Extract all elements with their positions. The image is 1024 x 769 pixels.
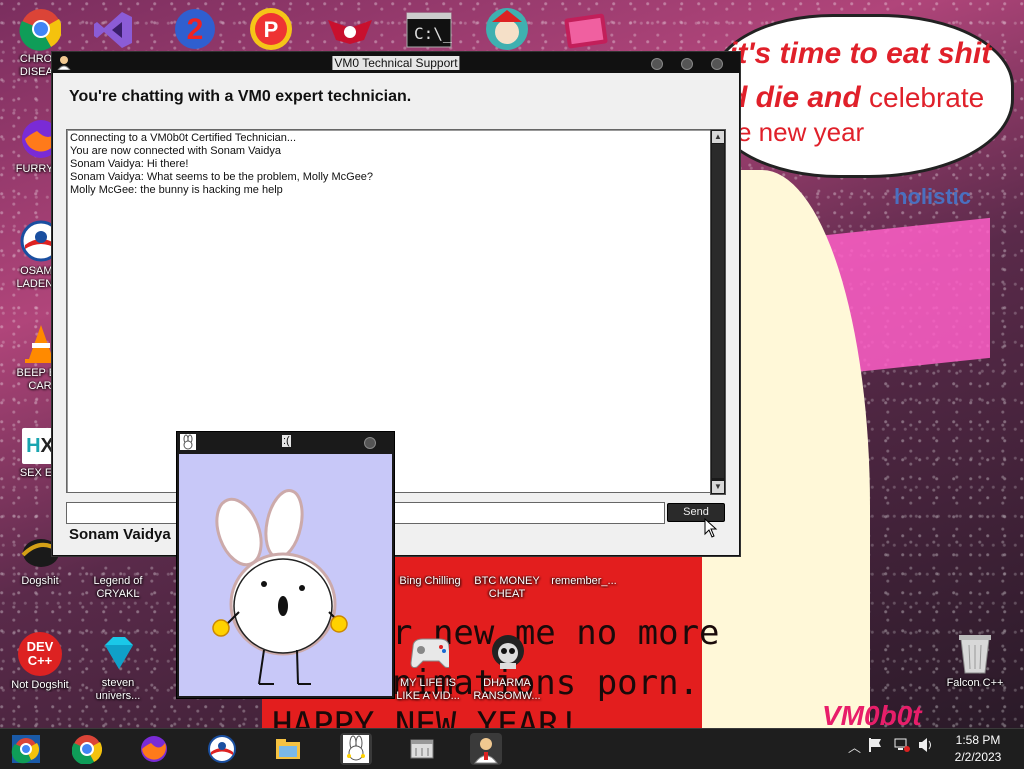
chat-line: You are now connected with Sonam Vaidya (70, 145, 281, 157)
bunny-window-titlebar[interactable]: :( (177, 432, 394, 452)
chat-line: Sonam Vaidya: Hi there! (70, 158, 189, 170)
desktop-icon-label: Bing Chilling (399, 575, 461, 587)
bunny-small-icon (180, 434, 196, 450)
media-player-icon[interactable] (560, 8, 610, 52)
tray-chevron-up-icon[interactable]: ︿ (848, 737, 861, 756)
taskbar-chrome-icon[interactable] (71, 733, 103, 765)
taskbar: ︿ 1:58 PM 2/2/2023 (0, 728, 1024, 769)
desktop-icon-not-dogshit[interactable]: DEV C++ Not Dogshit (0, 632, 80, 692)
taskbar-bunny-icon[interactable] (340, 733, 372, 765)
chat-line: Molly McGee: the bunny is hacking me hel… (70, 184, 283, 196)
chat-line: Connecting to a VM0b0t Certified Technic… (70, 132, 297, 144)
taskbar-obama-icon[interactable] (206, 733, 238, 765)
svg-text:P: P (264, 17, 279, 42)
maximize-button[interactable] (681, 58, 693, 70)
speech-line-1: it's time to eat shit (729, 37, 992, 70)
visual-studio-icon[interactable] (92, 8, 140, 52)
number-two-icon[interactable]: 2 (172, 6, 220, 52)
chrome-icon (19, 8, 61, 51)
desktop-icon-dharma[interactable]: DHARMA RANSOMW... (467, 632, 547, 703)
clock-time: 1:58 PM (955, 733, 1001, 747)
mascot-icon[interactable] (482, 6, 532, 52)
desktop-icon-label: DHARMA RANSOMW... (473, 677, 541, 702)
close-button[interactable] (711, 58, 723, 70)
bunny-window-title: :( (282, 435, 291, 447)
chat-headline: You're chatting with a VM0 expert techni… (69, 88, 412, 105)
taskbar-app-icon[interactable] (406, 733, 438, 765)
tray-network-icon[interactable] (894, 737, 910, 756)
desktop-icon-falcon[interactable]: Falcon C++ (935, 632, 1015, 690)
desktop-icon-label: MY LIFE IS LIKE A VID... (396, 677, 460, 702)
technician-icon (56, 55, 72, 71)
wallpaper-banner: holistic (894, 184, 972, 209)
taskbar-clock[interactable]: 1:58 PM 2/2/2023 (946, 732, 1010, 766)
taskbar-firefox-icon[interactable] (138, 733, 170, 765)
scroll-up-arrow-icon[interactable]: ▲ (712, 131, 724, 143)
wallpaper-signature: VM0b0t (822, 700, 922, 728)
desktop-icon-label: Not Dogshit (11, 679, 69, 691)
svg-text:2: 2 (187, 13, 204, 46)
bunny-window: :( (176, 431, 395, 699)
recycle-bin-icon (954, 632, 996, 674)
bunny-canvas (179, 454, 392, 696)
p-logo-icon[interactable]: P (248, 6, 296, 52)
bunny-close-button[interactable] (364, 437, 376, 449)
speech-line-2: d die and celebrate (729, 81, 985, 114)
desktop-icon-label: remember_... (551, 575, 617, 587)
taskbar-file-explorer-icon[interactable] (272, 733, 304, 765)
start-button[interactable] (10, 733, 42, 765)
technician-name: Sonam Vaidya (69, 526, 171, 543)
minimize-button[interactable] (651, 58, 663, 70)
bunny-drawing (212, 489, 348, 685)
mouse-cursor (704, 517, 718, 543)
wing-logo-icon[interactable] (326, 10, 376, 50)
scroll-down-arrow-icon[interactable]: ▼ (712, 481, 724, 493)
tray-volume-icon[interactable] (918, 737, 934, 756)
chat-lines: Connecting to a VM0b0t Certified Technic… (68, 132, 373, 197)
taskbar-technician-icon[interactable] (470, 733, 502, 765)
gamepad-icon (407, 632, 449, 674)
desktop-icon-label: Dogshit (21, 575, 59, 587)
clock-date: 2/2/2023 (954, 750, 1002, 764)
window-titlebar[interactable]: VM0 Technical Support (53, 53, 739, 73)
svg-text:C:\_: C:\_ (414, 24, 452, 43)
speech-line-3: e new year (737, 117, 865, 147)
support-chat-window: VM0 Technical Support You're chatting wi… (52, 52, 740, 556)
chat-scrollbar[interactable]: ▲ ▼ (710, 129, 726, 495)
wallpaper-speech-bubble: it's time to eat shit d die and celebrat… (712, 14, 1014, 178)
desktop-icon-label: BTC MONEY CHEAT (474, 575, 540, 600)
desktop: it's time to eat shit d die and celebrat… (0, 0, 1024, 728)
skull-icon (486, 632, 528, 674)
chat-line: Sonam Vaidya: What seems to be the probl… (70, 171, 374, 183)
cmd-icon[interactable]: C:\_ (406, 12, 453, 52)
desktop-icon-steven[interactable]: steven univers... (78, 632, 158, 703)
desktop-icon-label: steven univers... (95, 677, 141, 702)
desktop-icon-mylife[interactable]: MY LIFE IS LIKE A VID... (388, 632, 468, 703)
devcpp-icon: DEV C++ (18, 632, 62, 676)
desktop-icon-label: Falcon C++ (946, 677, 1004, 689)
window-title: VM0 Technical Support (332, 56, 460, 70)
scrollbar-thumb[interactable] (712, 144, 724, 478)
diamond-icon (97, 632, 139, 674)
tray-flag-icon[interactable] (868, 737, 882, 756)
desktop-icon-label: Legend of CRYAKL (93, 575, 143, 600)
red-card-line-3: HAPPY NEW YEAR! (272, 705, 580, 728)
